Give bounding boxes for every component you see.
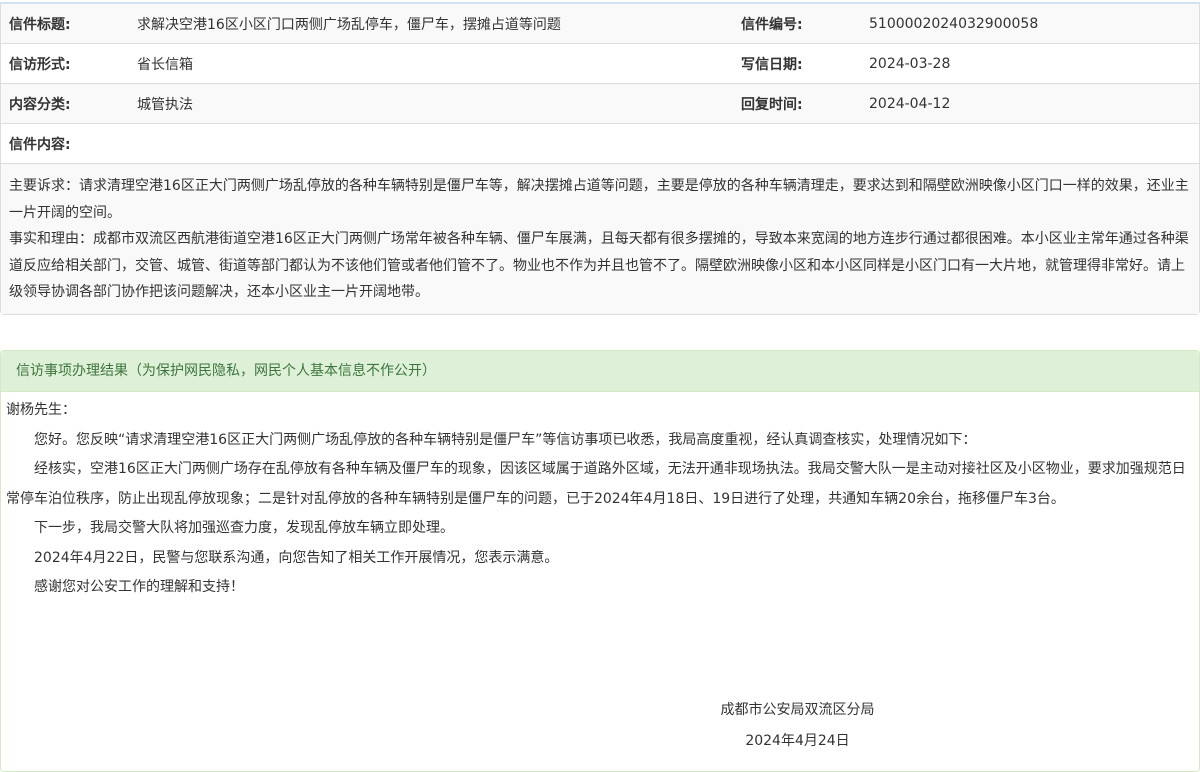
result-body: 谢杨先生： 您好。您反映“请求清理空港16区正大门两侧广场乱停放的各种车辆特别是… [1,392,1199,603]
content-paragraph: 事实和理由：成都市双流区西航港街道空港16区正大门两侧广场常年被各种车辆、僵尸车… [9,231,1189,300]
salutation: 谢杨先生： [6,402,76,418]
content-label: 信件内容: [9,136,71,153]
letter-content: 主要诉求：请求清理空港16区正大门两侧广场乱停放的各种车辆特别是僵尸车等，解决摆… [1,164,1199,314]
write-date-label: 写信日期: [741,56,803,73]
reply-paragraph: 下一步，我局交警大队将加强巡查力度，发现乱停放车辆立即处理。 [34,520,454,536]
letter-info-row: 信访形式: 省长信箱 写信日期: 2024-03-28 [1,44,1199,84]
category-label: 内容分类: [9,96,71,113]
result-panel: 信访事项办理结果（为保护网民隐私，网民个人基本信息不作公开） 谢杨先生： 您好。… [0,350,1200,772]
form-label: 信访形式: [9,56,71,73]
signature-date: 2024年4月24日 [745,733,850,749]
letter-info-row: 信件标题: 求解决空港16区小区门口两侧广场乱停车，僵尸车，摆摊占道等问题 信件… [1,4,1199,44]
signature-org: 成都市公安局双流区分局 [720,702,875,718]
reply-paragraph: 经核实，空港16区正大门两侧广场存在乱停放有各种车辆及僵尸车的现象，因该区域属于… [6,461,1186,507]
letter-number-label: 信件编号: [741,16,803,33]
result-panel-header: 信访事项办理结果（为保护网民隐私，网民个人基本信息不作公开） [1,351,1199,392]
letter-info-table: 信件标题: 求解决空港16区小区门口两侧广场乱停车，僵尸车，摆摊占道等问题 信件… [0,2,1200,315]
reply-time-value: 2024-04-12 [869,95,951,112]
form-value: 省长信箱 [137,56,193,73]
letter-number-value: 5100002024032900058 [869,15,1039,32]
reply-paragraph: 2024年4月22日，民警与您联系沟通，向您告知了相关工作开展情况，您表示满意。 [34,549,559,566]
title-label: 信件标题: [9,16,71,33]
letter-info-row: 内容分类: 城管执法 回复时间: 2024-04-12 [1,84,1199,124]
write-date-value: 2024-03-28 [869,55,951,72]
title-value: 求解决空港16区小区门口两侧广场乱停车，僵尸车，摆摊占道等问题 [137,16,561,33]
category-value: 城管执法 [137,96,193,113]
reply-time-label: 回复时间: [741,96,803,113]
reply-paragraph: 您好。您反映“请求清理空港16区正大门两侧广场乱停放的各种车辆特别是僵尸车”等信… [34,431,977,448]
content-paragraph: 主要诉求：请求清理空港16区正大门两侧广场乱停放的各种车辆特别是僵尸车等，解决摆… [9,178,1189,221]
reply-paragraph: 感谢您对公安工作的理解和支持！ [34,579,244,595]
letter-content-header-row: 信件内容: [1,124,1199,164]
